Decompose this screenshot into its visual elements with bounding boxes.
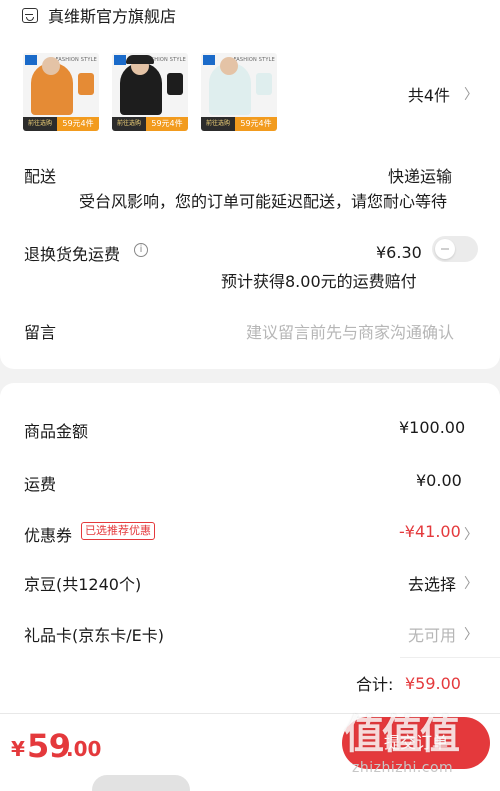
submit-order-button[interactable]: 提交订单 xyxy=(342,717,490,769)
promo-banner: 前往选购 59元4件 xyxy=(112,117,188,131)
pay-amount-integer: 59 xyxy=(27,727,71,765)
promo-banner: 前往选购 59元4件 xyxy=(23,117,99,131)
brand-logo xyxy=(25,55,37,65)
product-thumbnail[interactable]: FASHION STYLE 前往选购 59元4件 xyxy=(112,53,188,131)
model-head xyxy=(220,57,238,75)
coupon-label: 优惠券 xyxy=(24,526,73,545)
shop-icon xyxy=(22,7,38,23)
gift-card-label: 礼品卡(京东卡/E卡) xyxy=(24,626,164,645)
product-mini-shirt xyxy=(78,73,94,95)
return-insurance-price: ¥6.30 xyxy=(376,243,422,262)
shop-header[interactable]: 真维斯官方旗舰店 xyxy=(22,4,176,26)
model-hat xyxy=(126,55,154,64)
coupon-badge: 已选推荐优惠 xyxy=(81,522,155,540)
product-thumbnail[interactable]: FASHION STYLE 前往选购 59元4件 xyxy=(23,53,99,131)
info-icon[interactable]: i xyxy=(134,243,148,257)
shipping-value: ¥0.00 xyxy=(416,471,462,490)
fashion-style-label: FASHION STYLE xyxy=(233,57,275,63)
chevron-right-icon[interactable]: 〉 xyxy=(464,524,478,544)
delivery-label: 配送 xyxy=(24,167,57,186)
fashion-style-label: FASHION STYLE xyxy=(55,57,97,63)
promo-left: 前往选购 xyxy=(23,117,57,131)
return-insurance-note: 预计获得8.00元的运费赔付 xyxy=(221,272,417,291)
pay-amount-decimal: .00 xyxy=(66,737,102,761)
coupon-value[interactable]: -¥41.00 xyxy=(399,522,461,541)
toggle-knob xyxy=(435,239,455,259)
promo-left: 前往选购 xyxy=(112,117,146,131)
goods-amount-label: 商品金额 xyxy=(24,422,89,441)
return-insurance-label: 退换货免运费 xyxy=(24,245,121,264)
divider xyxy=(400,657,500,658)
brand-logo xyxy=(203,55,215,65)
total-label: 合计: xyxy=(356,675,394,694)
model-head xyxy=(42,57,60,75)
chevron-right-icon[interactable]: 〉 xyxy=(464,573,478,593)
total-value: ¥59.00 xyxy=(405,674,461,693)
shop-name: 真维斯官方旗舰店 xyxy=(48,7,177,26)
jingdou-label: 京豆(共1240个) xyxy=(24,575,142,594)
goods-amount-value: ¥100.00 xyxy=(399,418,466,437)
promo-right: 59元4件 xyxy=(57,117,99,131)
pay-currency: ¥ xyxy=(11,737,25,761)
chevron-right-icon[interactable]: 〉 xyxy=(464,624,478,644)
shipping-label: 运费 xyxy=(24,475,57,494)
message-input[interactable]: 建议留言前先与商家沟通确认 xyxy=(246,319,454,343)
brand-logo xyxy=(114,55,126,65)
promo-right: 59元4件 xyxy=(235,117,277,131)
message-label: 留言 xyxy=(24,323,57,342)
jingdou-select[interactable]: 去选择 xyxy=(408,571,456,595)
chevron-right-icon[interactable]: 〉 xyxy=(464,84,478,104)
product-count[interactable]: 共4件 xyxy=(408,82,450,106)
product-mini-shirt xyxy=(256,73,272,95)
promo-left: 前往选购 xyxy=(201,117,235,131)
delivery-notice: 受台风影响，您的订单可能延迟配送，请您耐心等待 xyxy=(79,192,448,211)
product-mini-shirt xyxy=(167,73,183,95)
delivery-method[interactable]: 快递运输 xyxy=(388,163,452,187)
promo-right: 59元4件 xyxy=(146,117,188,131)
gift-card-value[interactable]: 无可用 xyxy=(408,622,456,646)
product-thumbnail[interactable]: FASHION STYLE 前往选购 59元4件 xyxy=(201,53,277,131)
home-indicator xyxy=(92,775,190,791)
return-insurance-toggle[interactable] xyxy=(432,236,478,262)
promo-banner: 前往选购 59元4件 xyxy=(201,117,277,131)
